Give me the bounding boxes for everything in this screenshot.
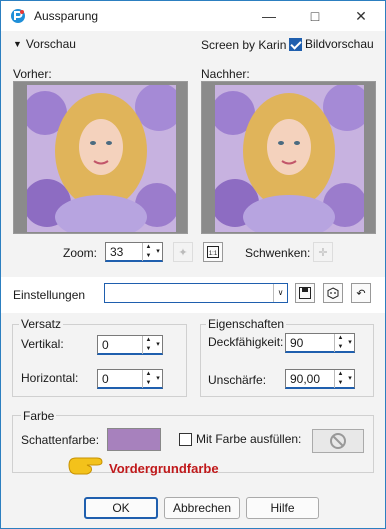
ok-button[interactable]: OK bbox=[84, 497, 158, 519]
dropdown-arrow-icon[interactable]: ▾ bbox=[346, 370, 354, 388]
blur-label: Unschärfe: bbox=[208, 373, 267, 387]
after-label: Nachher: bbox=[201, 67, 250, 81]
horizontal-label: Horizontal: bbox=[21, 371, 79, 385]
bildvorschau-label: Bildvorschau bbox=[305, 37, 374, 51]
save-preset-button[interactable] bbox=[295, 283, 315, 303]
app-icon bbox=[11, 9, 25, 23]
settings-label: Einstellungen bbox=[13, 288, 86, 302]
no-color-icon bbox=[330, 433, 346, 449]
window-title: Aussparung bbox=[34, 9, 99, 23]
randomize-button[interactable] bbox=[323, 283, 343, 303]
zoom-spinner[interactable]: 33 ▲ ▼ ▾ bbox=[105, 242, 163, 262]
vertical-label: Vertikal: bbox=[21, 337, 64, 351]
maximize-button[interactable]: □ bbox=[292, 1, 338, 31]
dice-icon bbox=[327, 287, 339, 299]
dropdown-arrow-icon[interactable]: ▾ bbox=[154, 370, 162, 388]
versatz-title: Versatz bbox=[19, 317, 64, 331]
actual-size-icon: 1:1 bbox=[207, 246, 219, 258]
before-preview[interactable] bbox=[13, 81, 188, 234]
spin-arrows-icon[interactable]: ▲ ▼ bbox=[334, 370, 346, 388]
checkbox-checked-icon bbox=[289, 37, 302, 51]
preset-select[interactable]: ∨ bbox=[104, 283, 288, 303]
annotation-text: Vordergrundfarbe bbox=[109, 461, 219, 476]
blur-spinner[interactable]: 90,00 ▲ ▼ ▾ bbox=[285, 369, 355, 389]
dialog-window: Aussparung — □ ✕ ▼ Vorschau Screen by Ka… bbox=[0, 0, 386, 529]
bildvorschau-checkbox[interactable]: Bildvorschau bbox=[289, 37, 374, 51]
shadow-color-label: Schattenfarbe: bbox=[21, 433, 100, 447]
preview-toggle[interactable]: ▼ Vorschau bbox=[13, 37, 76, 51]
fill-color-label: Mit Farbe ausfüllen: bbox=[196, 432, 302, 446]
pan-button[interactable]: ✛ bbox=[313, 242, 333, 262]
undo-icon: ↶ bbox=[356, 287, 366, 300]
preview-toggle-label: Vorschau bbox=[25, 37, 76, 51]
fill-color-checkbox[interactable]: Mit Farbe ausfüllen: bbox=[179, 432, 301, 446]
chevron-down-icon: ∨ bbox=[273, 284, 287, 302]
svg-text:1:1: 1:1 bbox=[209, 251, 218, 257]
opacity-spinner[interactable]: 90 ▲ ▼ ▾ bbox=[285, 333, 355, 353]
zoom-label: Zoom: bbox=[63, 246, 98, 260]
eigenschaften-title: Eigenschaften bbox=[206, 317, 287, 331]
dropdown-arrow-icon[interactable]: ▾ bbox=[154, 336, 162, 354]
opacity-value: 90 bbox=[290, 336, 304, 350]
vertical-spinner[interactable]: 0 ▲ ▼ ▾ bbox=[97, 335, 163, 355]
zoom-value: 33 bbox=[110, 245, 124, 259]
credit-text: Screen by Karin bbox=[201, 38, 287, 52]
help-button[interactable]: Hilfe bbox=[246, 497, 319, 519]
reset-button[interactable]: ↶ bbox=[351, 283, 371, 303]
opacity-label: Deckfähigkeit: bbox=[208, 335, 284, 349]
horizontal-spinner[interactable]: 0 ▲ ▼ ▾ bbox=[97, 369, 163, 389]
move-icon: ✛ bbox=[318, 246, 328, 259]
spin-arrows-icon[interactable]: ▲ ▼ bbox=[142, 336, 154, 354]
zoom-fit-button[interactable]: ✦ bbox=[173, 242, 193, 262]
zoom-fit-icon: ✦ bbox=[178, 246, 188, 259]
vertical-value: 0 bbox=[102, 338, 109, 352]
checkbox-unchecked-icon bbox=[179, 432, 192, 446]
before-label: Vorher: bbox=[13, 67, 52, 81]
close-button[interactable]: ✕ bbox=[338, 1, 384, 31]
spin-arrows-icon[interactable]: ▲ ▼ bbox=[142, 370, 154, 388]
spin-arrows-icon[interactable]: ▲ ▼ bbox=[334, 334, 346, 352]
fill-color-swatch[interactable] bbox=[312, 429, 364, 453]
floppy-disk-icon bbox=[299, 287, 311, 299]
pan-label: Schwenken: bbox=[245, 246, 311, 260]
after-preview[interactable] bbox=[201, 81, 376, 234]
pointing-hand-icon bbox=[68, 457, 103, 475]
shadow-color-swatch[interactable] bbox=[107, 428, 161, 451]
chevron-down-icon: ▼ bbox=[13, 39, 22, 49]
cancel-button[interactable]: Abbrechen bbox=[164, 497, 240, 519]
portrait-image bbox=[215, 85, 364, 232]
portrait-image bbox=[27, 85, 176, 232]
spin-arrows-icon[interactable]: ▲ ▼ bbox=[142, 243, 154, 261]
minimize-button[interactable]: — bbox=[246, 1, 292, 31]
blur-value: 90,00 bbox=[290, 372, 321, 386]
dropdown-arrow-icon[interactable]: ▾ bbox=[154, 243, 162, 261]
zoom-actual-size-button[interactable]: 1:1 bbox=[203, 242, 223, 262]
dropdown-arrow-icon[interactable]: ▾ bbox=[346, 334, 354, 352]
title-bar: Aussparung — □ ✕ bbox=[1, 1, 385, 31]
horizontal-value: 0 bbox=[102, 372, 109, 386]
farbe-title: Farbe bbox=[21, 409, 57, 423]
